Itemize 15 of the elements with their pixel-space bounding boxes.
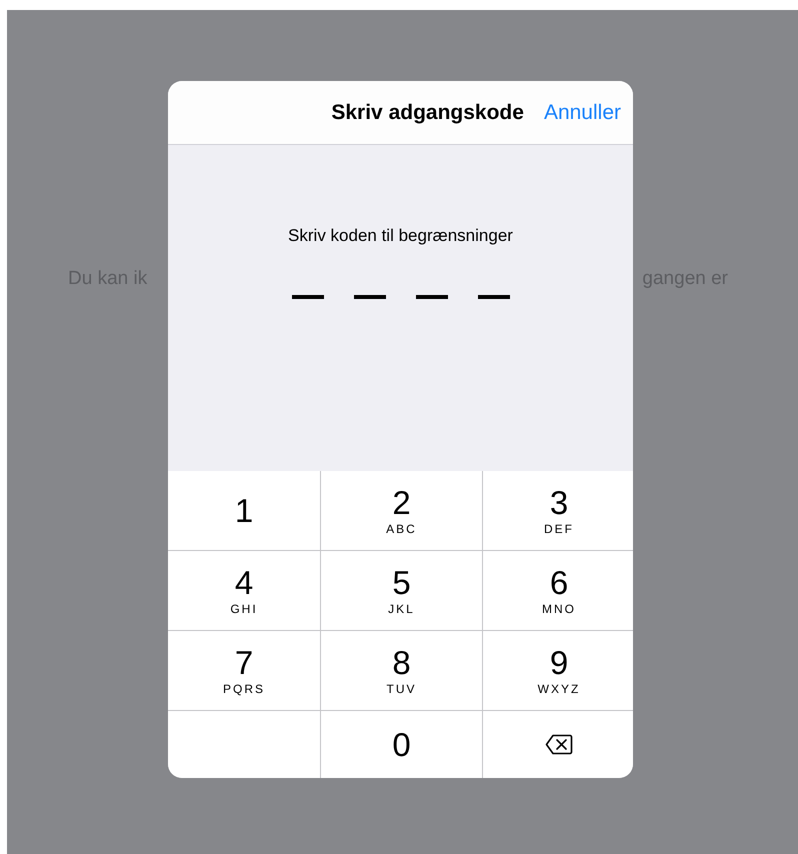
- digit-key[interactable]: 5 JKL: [321, 551, 482, 630]
- cancel-button[interactable]: Annuller: [544, 100, 621, 124]
- digit-key[interactable]: 8 TUV: [321, 631, 482, 710]
- digit-key[interactable]: 9 WXYZ: [483, 631, 633, 710]
- digit-key[interactable]: 2 ABC: [321, 471, 482, 550]
- digit-key[interactable]: 4 GHI: [168, 551, 320, 630]
- digit-key[interactable]: 6 MNO: [483, 551, 633, 630]
- prompt-text: Skriv koden til begrænsninger: [288, 226, 513, 246]
- digit-key[interactable]: 1: [168, 471, 320, 550]
- digit-key[interactable]: 7 PQRS: [168, 631, 320, 710]
- delete-icon: [545, 734, 573, 755]
- digit-key[interactable]: 3 DEF: [483, 471, 633, 550]
- digit-key[interactable]: 0: [321, 711, 482, 778]
- delete-key[interactable]: [483, 711, 633, 778]
- dialog-title: Skriv adgangskode: [331, 100, 524, 124]
